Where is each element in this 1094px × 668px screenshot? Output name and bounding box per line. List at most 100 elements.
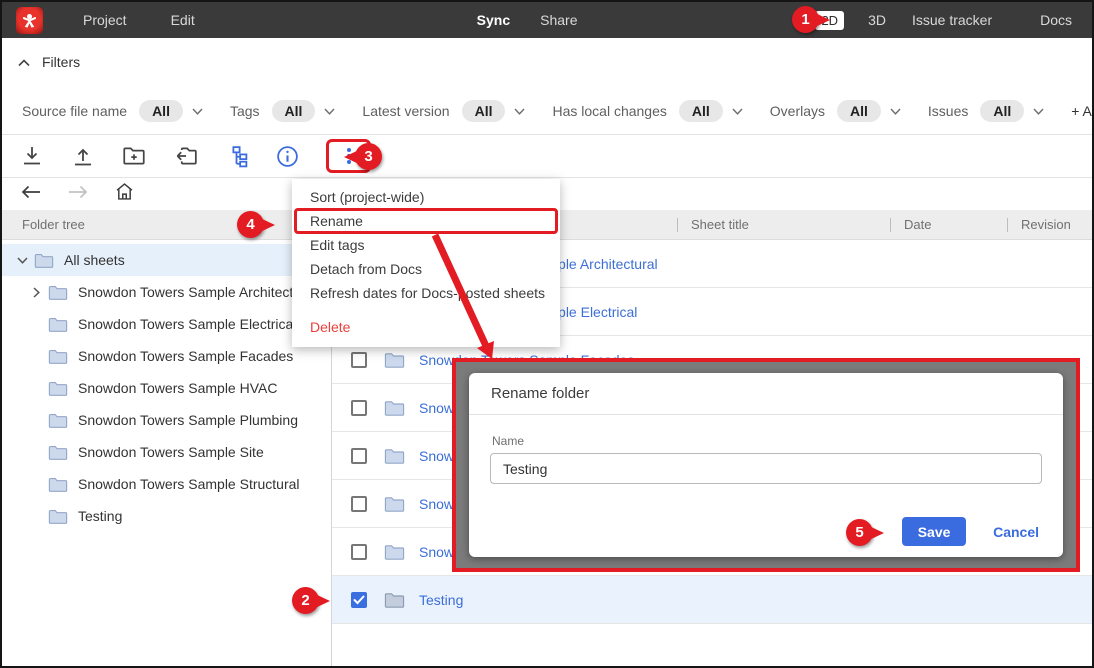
callout-pin-3: 3: [355, 143, 382, 170]
filter-issues[interactable]: Issues All: [928, 100, 1044, 122]
menu-edit[interactable]: Edit: [171, 12, 195, 28]
annotation-rect-dialog: Rename folder Name Save Cancel: [452, 358, 1080, 572]
menu-sync[interactable]: Sync: [477, 12, 510, 28]
app-window: Project Edit Sync Share 2D 3D Issue trac…: [0, 0, 1094, 668]
chevron-down-icon[interactable]: [192, 108, 203, 115]
chevron-down-icon[interactable]: [732, 108, 743, 115]
folder-icon: [384, 351, 405, 369]
tree-item-facades[interactable]: Snowdon Towers Sample Facades: [2, 340, 331, 372]
filter-value-pill[interactable]: All: [679, 100, 723, 122]
info-icon[interactable]: [273, 142, 301, 170]
filter-label: Latest version: [362, 103, 449, 119]
menu-item-refresh-dates[interactable]: Refresh dates for Docs-posted sheets: [292, 281, 560, 305]
column-date[interactable]: Date: [904, 217, 931, 232]
folder-icon: [48, 508, 68, 525]
mode-3d-button[interactable]: 3D: [868, 12, 886, 28]
save-button[interactable]: Save: [902, 517, 966, 546]
filter-label: Issues: [928, 103, 968, 119]
row-checkbox-checked[interactable]: [351, 592, 367, 608]
tree-item-label: Snowdon Towers Sample Site: [78, 444, 264, 460]
menu-item-detach[interactable]: Detach from Docs: [292, 257, 560, 281]
dialog-title: Rename folder: [469, 373, 1063, 415]
tree-view-icon[interactable]: [222, 142, 250, 170]
dialog-actions: Save Cancel: [902, 517, 1039, 546]
row-checkbox[interactable]: [351, 400, 367, 416]
callout-pin-5: 5: [846, 519, 873, 546]
chevron-down-icon[interactable]: [1033, 108, 1044, 115]
folder-icon: [384, 591, 405, 609]
callout-pin-1: 1: [792, 6, 819, 33]
chevron-down-icon[interactable]: [324, 108, 335, 115]
folder-link[interactable]: Testing: [419, 592, 463, 608]
folder-name-input[interactable]: [490, 453, 1042, 484]
filters-toggle[interactable]: Filters: [18, 54, 80, 70]
menu-item-rename[interactable]: Rename: [292, 209, 560, 233]
folder-icon: [48, 316, 68, 333]
filter-label: Tags: [230, 103, 260, 119]
new-folder-icon[interactable]: [120, 142, 148, 170]
filter-value-pill[interactable]: All: [272, 100, 316, 122]
folder-icon: [384, 447, 405, 465]
filter-value-pill[interactable]: All: [980, 100, 1024, 122]
tree-item-architectural[interactable]: Snowdon Towers Sample Architectural: [2, 276, 331, 308]
filter-tags[interactable]: Tags All: [230, 100, 335, 122]
docs-button[interactable]: Docs: [1040, 12, 1072, 28]
chevron-down-icon[interactable]: [890, 108, 901, 115]
filter-value-pill[interactable]: All: [462, 100, 506, 122]
filter-source-file-name[interactable]: Source file name All: [22, 100, 203, 122]
chevron-right-icon[interactable]: [26, 287, 46, 298]
row-checkbox[interactable]: [351, 544, 367, 560]
move-to-folder-icon[interactable]: [171, 142, 199, 170]
column-divider: [677, 218, 678, 232]
chevron-down-icon[interactable]: [514, 108, 525, 115]
filters-title: Filters: [42, 54, 80, 70]
tree-item-hvac[interactable]: Snowdon Towers Sample HVAC: [2, 372, 331, 404]
back-icon[interactable]: [20, 184, 42, 205]
filter-label: Overlays: [770, 103, 825, 119]
row-checkbox[interactable]: [351, 496, 367, 512]
menu-item-edit-tags[interactable]: Edit tags: [292, 233, 560, 257]
home-icon[interactable]: [114, 181, 135, 207]
column-revision[interactable]: Revision: [1021, 217, 1071, 232]
folder-icon: [384, 543, 405, 561]
tree-item-plumbing[interactable]: Snowdon Towers Sample Plumbing: [2, 404, 331, 436]
toolbar: [2, 134, 1092, 178]
table-row-selected[interactable]: Testing: [332, 576, 1092, 624]
row-checkbox[interactable]: [351, 352, 367, 368]
tree-item-structural[interactable]: Snowdon Towers Sample Structural: [2, 468, 331, 500]
filter-value-pill[interactable]: All: [837, 100, 881, 122]
tree-item-label: Snowdon Towers Sample HVAC: [78, 380, 277, 396]
column-divider: [1007, 218, 1008, 232]
tree-item-all-sheets[interactable]: All sheets: [2, 244, 331, 276]
folder-icon: [48, 284, 68, 301]
tree-item-site[interactable]: Snowdon Towers Sample Site: [2, 436, 331, 468]
add-filter-button[interactable]: + Add filter: [1071, 103, 1094, 119]
tree-item-label: Snowdon Towers Sample Structural: [78, 476, 300, 492]
callout-pin-2: 2: [292, 587, 319, 614]
filter-value-pill[interactable]: All: [139, 100, 183, 122]
upload-icon[interactable]: [69, 142, 97, 170]
filter-latest-version[interactable]: Latest version All: [362, 100, 525, 122]
forward-icon[interactable]: [67, 184, 89, 205]
filter-overlays[interactable]: Overlays All: [770, 100, 901, 122]
menu-project[interactable]: Project: [83, 12, 127, 28]
cancel-button[interactable]: Cancel: [993, 524, 1039, 540]
tree-item-label: All sheets: [64, 252, 125, 268]
name-field-label: Name: [492, 434, 524, 448]
issue-tracker-button[interactable]: Issue tracker: [912, 12, 992, 28]
folder-icon: [48, 444, 68, 461]
menu-item-sort[interactable]: Sort (project-wide): [292, 185, 560, 209]
app-logo-icon: [16, 7, 43, 34]
folder-icon: [48, 412, 68, 429]
filter-has-local-changes[interactable]: Has local changes All: [552, 100, 742, 122]
menu-share[interactable]: Share: [540, 12, 577, 28]
folder-icon: [48, 348, 68, 365]
context-menu: Sort (project-wide) Rename Edit tags Det…: [292, 179, 560, 347]
row-checkbox[interactable]: [351, 448, 367, 464]
menu-item-delete[interactable]: Delete: [292, 315, 560, 339]
tree-item-electrical[interactable]: Snowdon Towers Sample Electrical: [2, 308, 331, 340]
chevron-down-icon[interactable]: [12, 257, 32, 264]
tree-item-testing[interactable]: Testing: [2, 500, 331, 532]
column-sheet-title[interactable]: Sheet title: [691, 217, 749, 232]
download-icon[interactable]: [18, 142, 46, 170]
